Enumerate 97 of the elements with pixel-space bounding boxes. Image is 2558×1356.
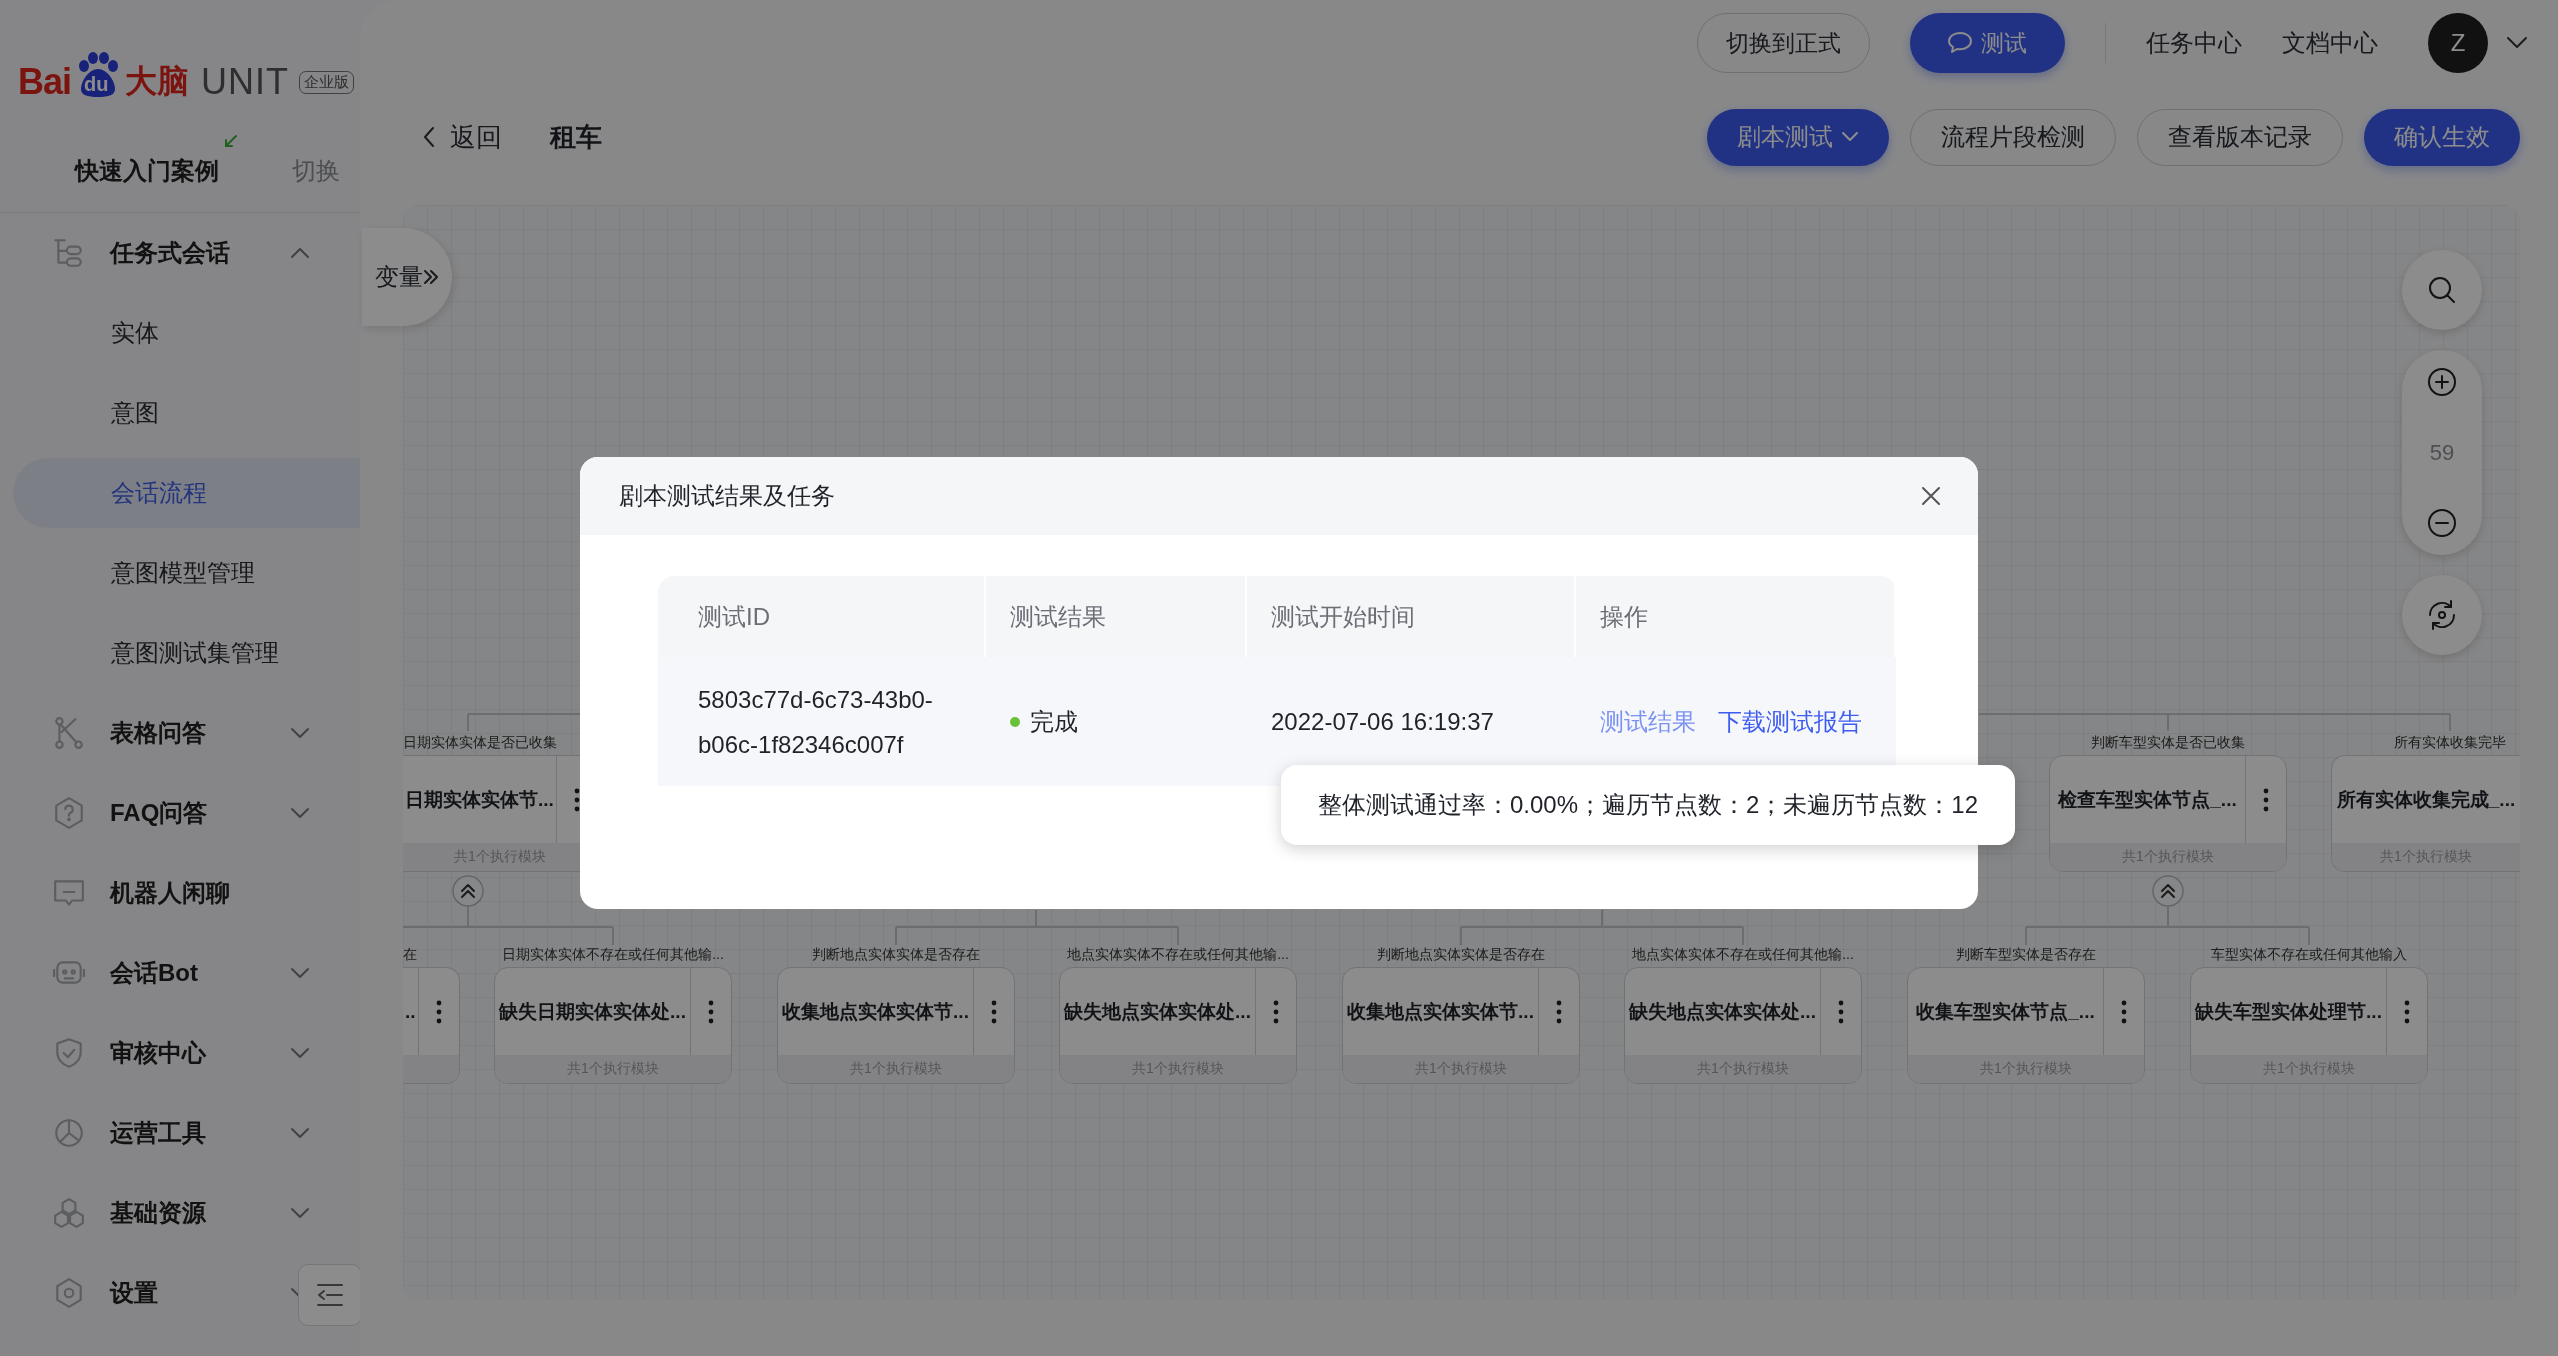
edge-label: 判断地点实体实体是否存在 bbox=[1377, 945, 1545, 963]
menu-item[interactable]: FAQ问答 bbox=[0, 773, 360, 853]
search-icon bbox=[2426, 274, 2458, 306]
node-title: 缺失车型实体处理节... bbox=[2193, 999, 2383, 1024]
node-title: 缺失日期实体实体处... bbox=[497, 999, 687, 1024]
dialog-title: 剧本测试结果及任务 bbox=[619, 481, 835, 511]
edge-label: 日期实体实体不存在或任何其他输... bbox=[502, 945, 724, 963]
chevron-left-icon bbox=[422, 125, 436, 149]
menu-item[interactable]: 机器人闲聊 bbox=[0, 853, 360, 933]
chevron-down-icon[interactable] bbox=[290, 807, 310, 819]
menu-item[interactable]: 表格问答 bbox=[0, 693, 360, 773]
more-icon[interactable] bbox=[1556, 999, 1562, 1024]
logo-text: 大脑 bbox=[125, 62, 190, 101]
chevron-down-icon[interactable] bbox=[290, 967, 310, 979]
more-icon[interactable] bbox=[1838, 999, 1844, 1024]
chevron-down-icon[interactable] bbox=[290, 727, 310, 739]
zoom-in-button[interactable] bbox=[2426, 366, 2458, 398]
tooltip: 整体测试通过率：0.00%；遍历节点数：2；未遍历节点数：12 bbox=[1281, 765, 2015, 845]
page-title: 租车 bbox=[550, 120, 602, 154]
edition-badge: 企业版 bbox=[299, 70, 355, 94]
double-chevron-right-icon bbox=[423, 268, 439, 286]
table-cell-text: 5803c77d-6c73-43b0-b06c-1f82346c007f bbox=[697, 684, 934, 760]
chevron-down-icon[interactable] bbox=[2506, 36, 2528, 50]
flow-node[interactable]: .. bbox=[403, 967, 460, 1084]
submenu-item[interactable]: 会话流程 bbox=[13, 458, 360, 528]
node-title: 收集地点实体实体节... bbox=[1346, 999, 1535, 1024]
expand-toggle[interactable] bbox=[2152, 875, 2184, 907]
more-icon[interactable] bbox=[573, 787, 580, 812]
submenu-item[interactable]: 意图测试集管理 bbox=[0, 613, 360, 693]
edge-label: 在 bbox=[403, 945, 417, 963]
submenu-item[interactable]: 意图 bbox=[0, 373, 360, 453]
variables-tab[interactable]: 变量 bbox=[362, 228, 452, 326]
logo-text: Bai bbox=[18, 61, 72, 103]
toolbar-button[interactable]: 查看版本记录 bbox=[2137, 108, 2343, 166]
menu-item[interactable]: 任务式会话 bbox=[0, 213, 360, 293]
action-link[interactable]: 测试结果 bbox=[1600, 705, 1696, 738]
question-hexagon-icon bbox=[52, 796, 86, 830]
close-icon[interactable] bbox=[1920, 485, 1942, 507]
zoom-out-button[interactable] bbox=[2426, 507, 2458, 539]
edge-label: 判断车型实体是否已收集 bbox=[2091, 733, 2245, 751]
node-title: 检查车型实体节点_... bbox=[2056, 787, 2238, 812]
submenu-item[interactable]: 意图模型管理 bbox=[0, 533, 360, 613]
toolbar-button[interactable]: 确认生效 bbox=[2364, 108, 2520, 166]
edge-label: 所有实体收集完毕 bbox=[2394, 733, 2506, 751]
node-title: 收集车型实体节点_... bbox=[1915, 999, 2096, 1024]
more-icon[interactable] bbox=[2404, 999, 2410, 1024]
menu-item[interactable]: 基础资源 bbox=[0, 1173, 360, 1253]
chevron-down-icon[interactable] bbox=[290, 1207, 310, 1219]
back-link[interactable]: 返回 bbox=[422, 119, 502, 155]
node-title: 缺失地点实体实体处... bbox=[1062, 999, 1252, 1024]
zoom-level: 59 bbox=[2429, 439, 2455, 466]
top-button[interactable]: 切换到正式 bbox=[1696, 13, 1870, 73]
menu-item[interactable]: 运营工具 bbox=[0, 1093, 360, 1173]
more-icon[interactable] bbox=[1273, 999, 1279, 1024]
submenu-item[interactable]: 实体 bbox=[0, 293, 360, 373]
edge-label: 判断车型实体是否存在 bbox=[1956, 945, 2096, 963]
zoom-in-icon bbox=[2426, 366, 2458, 398]
edge-label: 日期实体实体是否已收集 bbox=[403, 733, 557, 751]
chevron-up-icon[interactable] bbox=[290, 247, 310, 259]
node-title: 日期实体实体节... bbox=[404, 787, 555, 812]
chevron-down-icon[interactable] bbox=[290, 1127, 310, 1139]
collapse-sidebar-button[interactable] bbox=[298, 1264, 362, 1326]
hexagons-icon bbox=[52, 1196, 86, 1230]
toolbar-button[interactable]: 剧本测试 bbox=[1707, 108, 1889, 166]
node-title: 缺失地点实体实体处... bbox=[1627, 999, 1817, 1024]
branch-icon bbox=[52, 716, 86, 750]
edge-label: 地点实体实体不存在或任何其他输... bbox=[1067, 945, 1289, 963]
action-link[interactable]: 下载测试报告 bbox=[1718, 705, 1862, 738]
status-text: 完成 bbox=[1030, 706, 1078, 737]
chat-icon bbox=[1947, 31, 1973, 55]
collapse-icon bbox=[315, 1282, 345, 1308]
table-cell-text: 2022-07-06 16:19:37 bbox=[1270, 706, 1495, 737]
menu-item[interactable]: 审核中心 bbox=[0, 1013, 360, 1093]
zoom-out-icon bbox=[2426, 507, 2458, 539]
nav-link[interactable]: 任务中心 bbox=[2146, 27, 2242, 59]
quick-start-title: 快速入门案例 bbox=[75, 156, 219, 186]
edge-label: 判断地点实体实体是否存在 bbox=[812, 945, 980, 963]
more-icon[interactable] bbox=[708, 999, 714, 1024]
logo-text: UNIT bbox=[201, 61, 290, 103]
node-title: .. bbox=[404, 999, 417, 1024]
more-icon[interactable] bbox=[991, 999, 997, 1024]
node-title: 收集地点实体实体节... bbox=[781, 999, 970, 1024]
nav-link[interactable]: 文档中心 bbox=[2282, 27, 2378, 59]
more-icon[interactable] bbox=[2263, 787, 2269, 812]
menu-item[interactable]: 会话Bot bbox=[0, 933, 360, 1013]
more-icon[interactable] bbox=[435, 999, 442, 1024]
expand-toggle[interactable] bbox=[452, 875, 484, 907]
pie-chart-icon bbox=[52, 1116, 86, 1150]
edge-label: 地点实体实体不存在或任何其他输... bbox=[1632, 945, 1854, 963]
more-icon[interactable] bbox=[2121, 999, 2127, 1024]
edge-label: 车型实体不存在或任何其他输入 bbox=[2211, 945, 2407, 963]
top-button[interactable]: 测试 bbox=[1909, 13, 2065, 73]
node-title: 所有实体收集完成_... bbox=[2335, 787, 2517, 812]
logo-text: du bbox=[84, 74, 109, 94]
chevron-down-icon[interactable] bbox=[290, 1047, 310, 1059]
toolbar-button[interactable]: 流程片段检测 bbox=[1910, 108, 2116, 166]
avatar[interactable]: Z bbox=[2428, 13, 2488, 73]
